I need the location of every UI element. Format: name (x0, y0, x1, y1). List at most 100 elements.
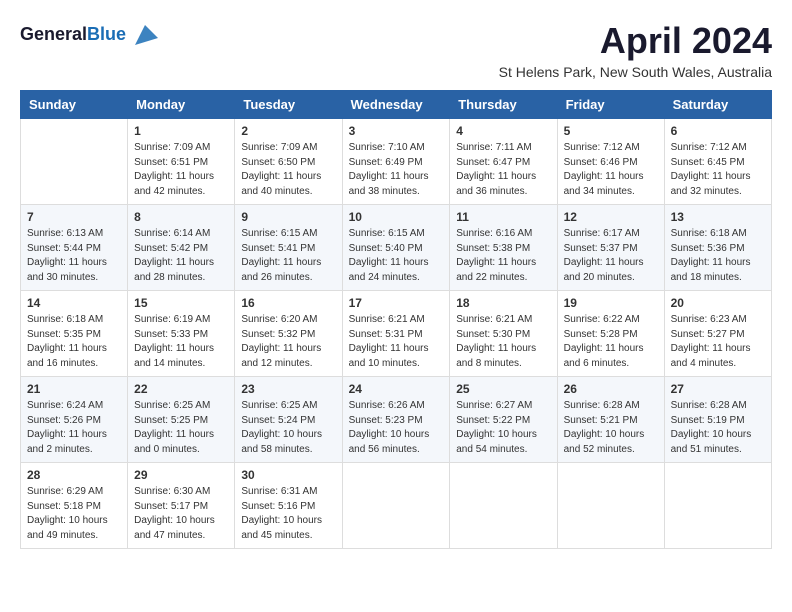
logo-blue: Blue (87, 24, 126, 44)
day-info: Sunrise: 7:10 AMSunset: 6:49 PMDaylight:… (349, 141, 444, 199)
day-info: Sunrise: 6:14 AMSunset: 5:42 PMDaylight:… (134, 227, 228, 285)
calendar-week-row: 21 Sunrise: 6:24 AMSunset: 5:26 PMDayligh… (21, 377, 772, 463)
day-info: Sunrise: 6:24 AMSunset: 5:26 PMDaylight:… (27, 399, 121, 457)
day-number: 29 (134, 468, 228, 482)
title-block: April 2024 St Helens Park, New South Wal… (499, 20, 772, 80)
calendar-cell: 19 Sunrise: 6:22 AMSunset: 5:28 PMDayligh… (557, 291, 664, 377)
calendar-cell: 18Sunrise: 6:21 AMSunset: 5:30 PMDayligh… (450, 291, 557, 377)
calendar-cell: 30Sunrise: 6:31 AMSunset: 5:16 PMDayligh… (235, 463, 342, 549)
calendar-cell: 3 Sunrise: 7:10 AMSunset: 6:49 PMDaylight… (342, 119, 450, 205)
day-info: Sunrise: 6:17 AMSunset: 5:37 PMDaylight:… (564, 227, 658, 285)
day-info: Sunrise: 7:12 AMSunset: 6:45 PMDaylight:… (671, 141, 765, 199)
logo-general: General (20, 24, 87, 44)
day-info: Sunrise: 6:25 AMSunset: 5:24 PMDaylight:… (241, 399, 335, 457)
day-number: 20 (671, 296, 765, 310)
calendar-cell: 4Sunrise: 7:11 AMSunset: 6:47 PMDaylight… (450, 119, 557, 205)
calendar-cell: 28Sunrise: 6:29 AMSunset: 5:18 PMDayligh… (21, 463, 128, 549)
day-number: 2 (241, 124, 335, 138)
day-info: Sunrise: 6:13 AMSunset: 5:44 PMDaylight:… (27, 227, 121, 285)
calendar-cell: 11 Sunrise: 6:16 AMSunset: 5:38 PMDayligh… (450, 205, 557, 291)
day-number: 24 (349, 382, 444, 396)
location-subtitle: St Helens Park, New South Wales, Austral… (499, 64, 772, 80)
day-info: Sunrise: 6:26 AMSunset: 5:23 PMDaylight:… (349, 399, 444, 457)
calendar-cell (557, 463, 664, 549)
day-info: Sunrise: 6:15 AMSunset: 5:40 PMDaylight:… (349, 227, 444, 285)
day-info: Sunrise: 6:16 AMSunset: 5:38 PMDaylight:… (456, 227, 550, 285)
day-info: Sunrise: 6:23 AMSunset: 5:27 PMDaylight:… (671, 313, 765, 371)
day-number: 26 (564, 382, 658, 396)
calendar-cell: 1Sunrise: 7:09 AMSunset: 6:51 PMDaylight… (128, 119, 235, 205)
day-number: 23 (241, 382, 335, 396)
calendar-week-row: 1Sunrise: 7:09 AMSunset: 6:51 PMDaylight… (21, 119, 772, 205)
day-number: 1 (134, 124, 228, 138)
day-number: 27 (671, 382, 765, 396)
day-number: 6 (671, 124, 765, 138)
calendar-table: SundayMondayTuesdayWednesdayThursdayFrid… (20, 90, 772, 549)
day-info: Sunrise: 6:20 AMSunset: 5:32 PMDaylight:… (241, 313, 335, 371)
column-header-wednesday: Wednesday (342, 91, 450, 119)
column-header-thursday: Thursday (450, 91, 557, 119)
day-number: 3 (349, 124, 444, 138)
day-number: 25 (456, 382, 550, 396)
day-info: Sunrise: 6:21 AMSunset: 5:31 PMDaylight:… (349, 313, 444, 371)
day-number: 21 (27, 382, 121, 396)
logo-icon (130, 20, 160, 50)
calendar-cell: 16 Sunrise: 6:20 AMSunset: 5:32 PMDayligh… (235, 291, 342, 377)
calendar-cell: 23 Sunrise: 6:25 AMSunset: 5:24 PMDayligh… (235, 377, 342, 463)
day-number: 4 (456, 124, 550, 138)
logo: GeneralBlue (20, 20, 160, 50)
calendar-cell: 7 Sunrise: 6:13 AMSunset: 5:44 PMDaylight… (21, 205, 128, 291)
column-header-friday: Friday (557, 91, 664, 119)
day-info: Sunrise: 6:30 AMSunset: 5:17 PMDaylight:… (134, 485, 228, 543)
day-number: 7 (27, 210, 121, 224)
column-header-saturday: Saturday (664, 91, 771, 119)
calendar-cell: 22Sunrise: 6:25 AMSunset: 5:25 PMDayligh… (128, 377, 235, 463)
calendar-header-row: SundayMondayTuesdayWednesdayThursdayFrid… (21, 91, 772, 119)
day-info: Sunrise: 6:27 AMSunset: 5:22 PMDaylight:… (456, 399, 550, 457)
calendar-cell: 5Sunrise: 7:12 AMSunset: 6:46 PMDaylight… (557, 119, 664, 205)
calendar-cell: 27 Sunrise: 6:28 AMSunset: 5:19 PMDayligh… (664, 377, 771, 463)
calendar-cell: 9 Sunrise: 6:15 AMSunset: 5:41 PMDaylight… (235, 205, 342, 291)
calendar-cell: 29 Sunrise: 6:30 AMSunset: 5:17 PMDayligh… (128, 463, 235, 549)
day-number: 19 (564, 296, 658, 310)
day-number: 16 (241, 296, 335, 310)
day-number: 5 (564, 124, 658, 138)
day-info: Sunrise: 6:22 AMSunset: 5:28 PMDaylight:… (564, 313, 658, 371)
day-number: 17 (349, 296, 444, 310)
calendar-cell: 6 Sunrise: 7:12 AMSunset: 6:45 PMDaylight… (664, 119, 771, 205)
day-info: Sunrise: 6:15 AMSunset: 5:41 PMDaylight:… (241, 227, 335, 285)
column-header-sunday: Sunday (21, 91, 128, 119)
day-info: Sunrise: 6:28 AMSunset: 5:21 PMDaylight:… (564, 399, 658, 457)
day-info: Sunrise: 6:18 AMSunset: 5:36 PMDaylight:… (671, 227, 765, 285)
calendar-cell (21, 119, 128, 205)
day-number: 9 (241, 210, 335, 224)
calendar-cell (664, 463, 771, 549)
day-info: Sunrise: 6:18 AMSunset: 5:35 PMDaylight:… (27, 313, 121, 371)
day-info: Sunrise: 6:19 AMSunset: 5:33 PMDaylight:… (134, 313, 228, 371)
calendar-cell: 24 Sunrise: 6:26 AMSunset: 5:23 PMDayligh… (342, 377, 450, 463)
column-header-tuesday: Tuesday (235, 91, 342, 119)
calendar-cell: 20 Sunrise: 6:23 AMSunset: 5:27 PMDayligh… (664, 291, 771, 377)
calendar-cell: 26 Sunrise: 6:28 AMSunset: 5:21 PMDayligh… (557, 377, 664, 463)
calendar-cell: 12 Sunrise: 6:17 AMSunset: 5:37 PMDayligh… (557, 205, 664, 291)
calendar-cell: 13 Sunrise: 6:18 AMSunset: 5:36 PMDayligh… (664, 205, 771, 291)
calendar-cell (342, 463, 450, 549)
calendar-cell (450, 463, 557, 549)
calendar-cell: 10 Sunrise: 6:15 AMSunset: 5:40 PMDayligh… (342, 205, 450, 291)
calendar-cell: 2Sunrise: 7:09 AMSunset: 6:50 PMDaylight… (235, 119, 342, 205)
day-number: 13 (671, 210, 765, 224)
day-number: 8 (134, 210, 228, 224)
day-number: 10 (349, 210, 444, 224)
day-number: 12 (564, 210, 658, 224)
calendar-cell: 17 Sunrise: 6:21 AMSunset: 5:31 PMDayligh… (342, 291, 450, 377)
calendar-cell: 14Sunrise: 6:18 AMSunset: 5:35 PMDayligh… (21, 291, 128, 377)
day-number: 18 (456, 296, 550, 310)
day-number: 28 (27, 468, 121, 482)
day-number: 11 (456, 210, 550, 224)
page-header: GeneralBlue April 2024 St Helens Park, N… (20, 20, 772, 80)
column-header-monday: Monday (128, 91, 235, 119)
day-info: Sunrise: 6:28 AMSunset: 5:19 PMDaylight:… (671, 399, 765, 457)
calendar-cell: 21 Sunrise: 6:24 AMSunset: 5:26 PMDayligh… (21, 377, 128, 463)
day-number: 30 (241, 468, 335, 482)
calendar-week-row: 7 Sunrise: 6:13 AMSunset: 5:44 PMDaylight… (21, 205, 772, 291)
